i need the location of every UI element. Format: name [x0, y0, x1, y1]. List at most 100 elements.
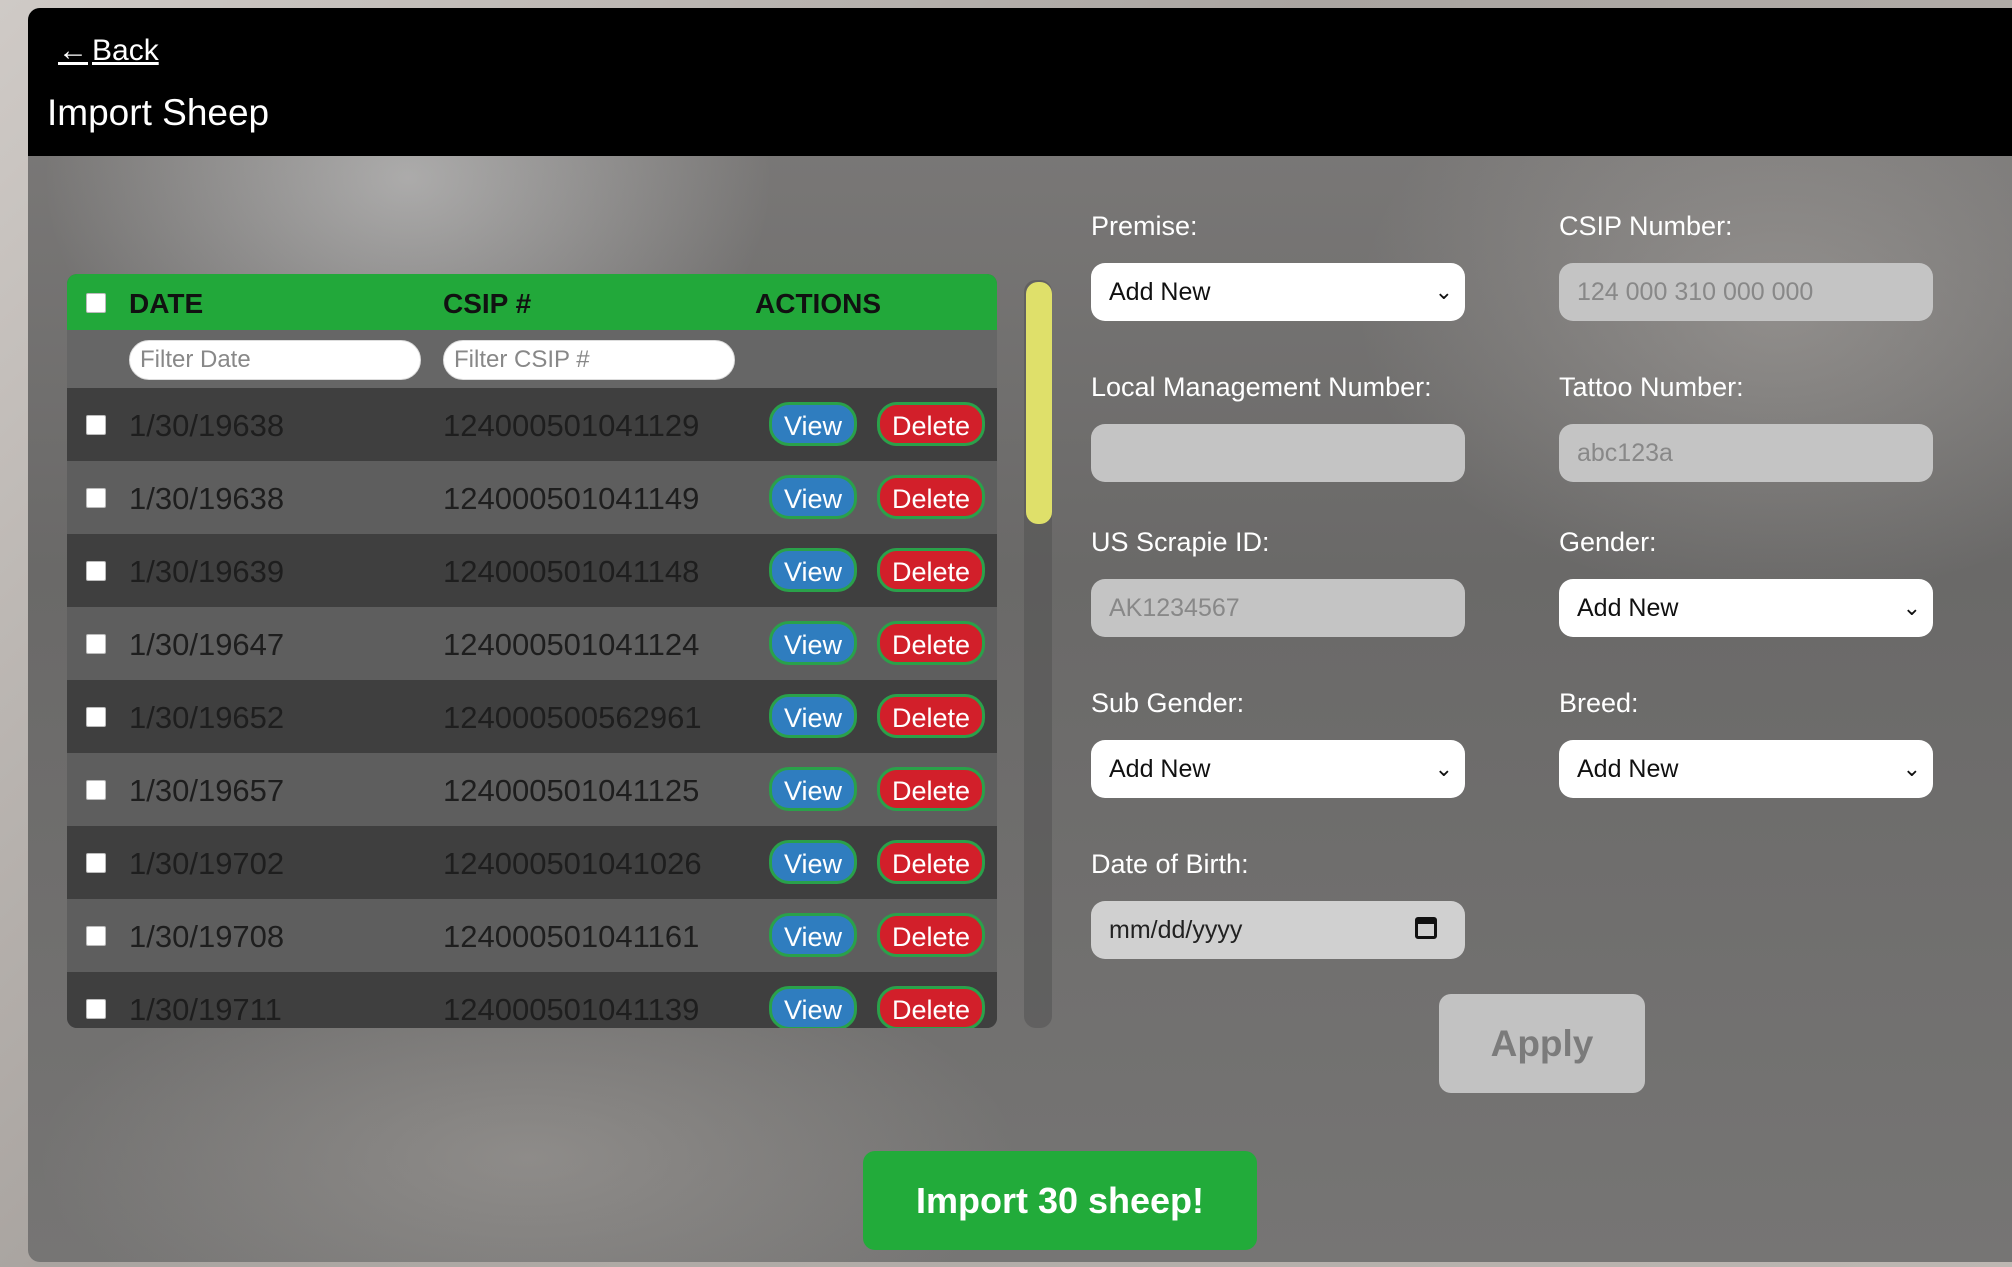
- table-row: 1/30/19708 124000501041161 View Delete: [67, 899, 997, 972]
- sheep-table: DATE CSIP # ACTIONS 1/30/19638 1240005010…: [67, 274, 997, 1028]
- row-checkbox[interactable]: [86, 488, 106, 508]
- view-button[interactable]: View: [769, 402, 857, 446]
- arrow-left-icon: ←: [58, 34, 88, 67]
- row-checkbox[interactable]: [86, 780, 106, 800]
- row-csip: 124000501041026: [443, 846, 702, 881]
- row-date: 1/30/19639: [129, 554, 285, 589]
- breed-label: Breed:: [1559, 688, 1639, 718]
- row-csip: 124000501041125: [443, 773, 700, 808]
- delete-button[interactable]: Delete: [877, 986, 985, 1028]
- premise-label: Premise:: [1091, 211, 1198, 241]
- row-csip: 124000500562961: [443, 700, 702, 735]
- breed-value: Add New: [1577, 755, 1679, 783]
- scrapie-label: US Scrapie ID:: [1091, 527, 1270, 557]
- csip-number-label: CSIP Number:: [1559, 211, 1733, 241]
- scrapie-input[interactable]: AK1234567: [1091, 579, 1465, 637]
- row-csip: 124000501041161: [443, 919, 700, 954]
- row-date: 1/30/19702: [129, 846, 285, 881]
- apply-button[interactable]: Apply: [1439, 994, 1645, 1093]
- column-header-date[interactable]: DATE: [129, 288, 203, 320]
- row-date: 1/30/19638: [129, 408, 285, 443]
- row-csip: 124000501041124: [443, 627, 700, 662]
- local-management-input[interactable]: [1091, 424, 1465, 482]
- filter-csip-input[interactable]: [443, 340, 735, 380]
- gender-label: Gender:: [1559, 527, 1657, 557]
- column-header-csip[interactable]: CSIP #: [443, 288, 531, 320]
- back-label: Back: [92, 34, 159, 67]
- breed-select[interactable]: Add New ⌄: [1559, 740, 1933, 798]
- table-row: 1/30/19657 124000501041125 View Delete: [67, 753, 997, 826]
- delete-button[interactable]: Delete: [877, 767, 985, 811]
- page-title: Import Sheep: [47, 92, 270, 133]
- view-button[interactable]: View: [769, 475, 857, 519]
- row-date: 1/30/19708: [129, 919, 285, 954]
- table-row: 1/30/19639 124000501041148 View Delete: [67, 534, 997, 607]
- row-checkbox[interactable]: [86, 999, 106, 1019]
- row-checkbox[interactable]: [86, 634, 106, 654]
- tattoo-input[interactable]: abc123a: [1559, 424, 1933, 482]
- row-csip: 124000501041139: [443, 992, 700, 1027]
- table-row: 1/30/19652 124000500562961 View Delete: [67, 680, 997, 753]
- row-date: 1/30/19652: [129, 700, 285, 735]
- gender-select[interactable]: Add New ⌄: [1559, 579, 1933, 637]
- delete-button[interactable]: Delete: [877, 475, 985, 519]
- view-button[interactable]: View: [769, 840, 857, 884]
- table-row: 1/30/19702 124000501041026 View Delete: [67, 826, 997, 899]
- header-bar: ← Back Import Sheep: [28, 8, 2012, 156]
- chevron-down-icon: ⌄: [1434, 756, 1453, 781]
- row-date: 1/30/19647: [129, 627, 285, 662]
- table-body: 1/30/19638 124000501041129 View Delete 1/30/…: [67, 388, 997, 1028]
- delete-button[interactable]: Delete: [877, 913, 985, 957]
- filter-date-input[interactable]: [129, 340, 421, 380]
- page: ←Back Import Sheep DATE CSIP # ACTIONS 1…: [28, 8, 2012, 1262]
- sub-gender-select[interactable]: Add New ⌄: [1091, 740, 1465, 798]
- row-date: 1/30/19638: [129, 481, 285, 516]
- row-date: 1/30/19657: [129, 773, 285, 808]
- table-row: 1/30/19647 124000501041124 View Delete: [67, 607, 997, 680]
- delete-button[interactable]: Delete: [877, 548, 985, 592]
- table-row: 1/30/19638 124000501041129 View Delete: [67, 388, 997, 461]
- dob-input[interactable]: mm/dd/yyyy: [1091, 901, 1465, 959]
- premise-value: Add New: [1109, 278, 1211, 306]
- row-csip: 124000501041129: [443, 408, 700, 443]
- delete-button[interactable]: Delete: [877, 694, 985, 738]
- view-button[interactable]: View: [769, 621, 857, 665]
- view-button[interactable]: View: [769, 986, 857, 1028]
- chevron-down-icon: ⌄: [1902, 756, 1921, 781]
- premise-select[interactable]: Add New ⌄: [1091, 263, 1465, 321]
- view-button[interactable]: View: [769, 767, 857, 811]
- import-sheep-button[interactable]: Import 30 sheep!: [863, 1151, 1257, 1250]
- table-header: DATE CSIP # ACTIONS: [67, 274, 997, 330]
- sub-gender-value: Add New: [1109, 755, 1211, 783]
- dob-value: mm/dd/yyyy: [1109, 916, 1243, 944]
- dob-label: Date of Birth:: [1091, 849, 1249, 879]
- table-row: 1/30/19638 124000501041149 View Delete: [67, 461, 997, 534]
- row-checkbox[interactable]: [86, 853, 106, 873]
- chevron-down-icon: ⌄: [1434, 279, 1453, 304]
- table-scroll-thumb[interactable]: [1026, 282, 1052, 524]
- gender-value: Add New: [1577, 594, 1679, 622]
- table-row: 1/30/19711 124000501041139 View Delete: [67, 972, 997, 1028]
- view-button[interactable]: View: [769, 694, 857, 738]
- chevron-down-icon: ⌄: [1902, 595, 1921, 620]
- row-checkbox[interactable]: [86, 707, 106, 727]
- row-csip: 124000501041148: [443, 554, 700, 589]
- csip-number-input[interactable]: 124 000 310 000 000: [1559, 263, 1933, 321]
- delete-button[interactable]: Delete: [877, 840, 985, 884]
- view-button[interactable]: View: [769, 913, 857, 957]
- row-date: 1/30/19711: [129, 992, 282, 1027]
- view-button[interactable]: View: [769, 548, 857, 592]
- row-checkbox[interactable]: [86, 415, 106, 435]
- back-link[interactable]: ← Back: [58, 34, 159, 68]
- row-csip: 124000501041149: [443, 481, 700, 516]
- row-checkbox[interactable]: [86, 926, 106, 946]
- column-header-actions: ACTIONS: [755, 288, 881, 319]
- delete-button[interactable]: Delete: [877, 621, 985, 665]
- delete-button[interactable]: Delete: [877, 402, 985, 446]
- row-checkbox[interactable]: [86, 561, 106, 581]
- select-all-checkbox[interactable]: [86, 293, 106, 313]
- sub-gender-label: Sub Gender:: [1091, 688, 1245, 718]
- local-management-label: Local Management Number:: [1091, 372, 1432, 402]
- filter-row: [67, 330, 997, 388]
- calendar-icon[interactable]: [1415, 917, 1437, 939]
